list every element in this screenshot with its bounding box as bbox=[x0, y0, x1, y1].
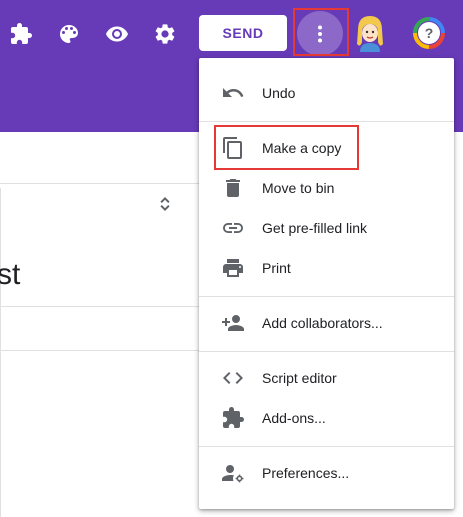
card-border bbox=[0, 188, 1, 517]
menu-item-print[interactable]: Print bbox=[199, 248, 454, 288]
menu-item-label: Move to bin bbox=[262, 180, 335, 196]
menu-divider bbox=[199, 296, 454, 297]
more-options-menu: Undo Make a copy Move to bin Get pre-fil… bbox=[199, 58, 454, 509]
menu-item-move-to-bin[interactable]: Move to bin bbox=[199, 168, 454, 208]
menu-item-script-editor[interactable]: Script editor bbox=[199, 358, 454, 398]
send-button[interactable]: SEND bbox=[199, 15, 287, 51]
menu-item-label: Add collaborators... bbox=[262, 315, 383, 331]
menu-item-make-copy[interactable]: Make a copy bbox=[199, 128, 454, 168]
menu-item-add-ons[interactable]: Add-ons... bbox=[199, 398, 454, 438]
menu-item-preferences[interactable]: Preferences... bbox=[199, 453, 454, 493]
menu-divider bbox=[199, 351, 454, 352]
user-avatar[interactable] bbox=[352, 14, 388, 52]
menu-item-label: Preferences... bbox=[262, 465, 350, 481]
addon-puzzle-icon[interactable] bbox=[9, 22, 33, 46]
person-settings-icon bbox=[221, 461, 245, 485]
divider bbox=[0, 350, 200, 351]
menu-item-label: Make a copy bbox=[262, 140, 342, 156]
code-icon bbox=[221, 366, 245, 390]
more-vert-icon bbox=[318, 25, 322, 42]
settings-gear-icon[interactable] bbox=[153, 22, 177, 46]
undo-icon bbox=[221, 81, 245, 105]
print-icon bbox=[221, 256, 245, 280]
menu-item-prefilled-link[interactable]: Get pre-filled link bbox=[199, 208, 454, 248]
help-icon[interactable]: ? bbox=[412, 16, 446, 50]
help-label: ? bbox=[425, 25, 434, 41]
palette-icon[interactable] bbox=[57, 22, 81, 46]
menu-item-label: Get pre-filled link bbox=[262, 220, 368, 236]
menu-item-label: Undo bbox=[262, 85, 296, 101]
divider bbox=[0, 306, 200, 307]
menu-item-label: Script editor bbox=[262, 370, 337, 386]
divider bbox=[0, 183, 200, 184]
trash-icon bbox=[221, 176, 245, 200]
copy-icon bbox=[221, 136, 245, 160]
menu-divider bbox=[199, 121, 454, 122]
add-people-icon bbox=[221, 311, 245, 335]
form-title: st bbox=[0, 258, 21, 291]
menu-item-undo[interactable]: Undo bbox=[199, 73, 454, 113]
menu-item-add-collaborators[interactable]: Add collaborators... bbox=[199, 303, 454, 343]
menu-item-label: Print bbox=[262, 260, 291, 276]
menu-item-label: Add-ons... bbox=[262, 410, 326, 426]
collapse-icon[interactable] bbox=[153, 192, 177, 216]
link-icon bbox=[221, 216, 245, 240]
puzzle-icon bbox=[221, 406, 245, 430]
menu-divider bbox=[199, 446, 454, 447]
preview-eye-icon[interactable] bbox=[105, 22, 129, 46]
more-options-button[interactable] bbox=[297, 11, 343, 56]
